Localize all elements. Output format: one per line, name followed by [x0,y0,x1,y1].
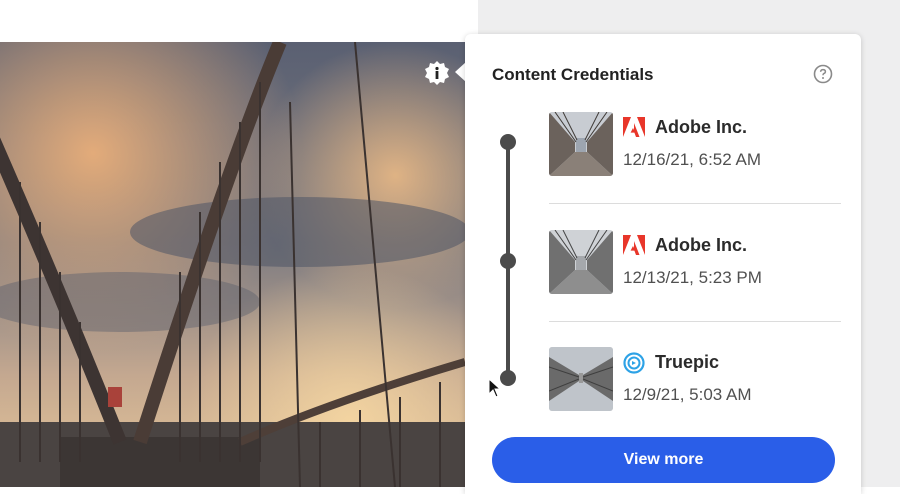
panel-title: Content Credentials [492,65,654,84]
entry-thumbnail [549,112,613,176]
entry-date: 12/16/21, 6:52 AM [623,150,761,169]
divider [549,321,841,322]
entry-date: 12/13/21, 5:23 PM [623,268,762,287]
timeline-dot [500,370,516,386]
content-credentials-badge-icon[interactable] [424,60,450,86]
entry-thumbnail [549,347,613,411]
credential-entry[interactable]: Adobe Inc. 12/16/21, 6:52 AM [549,112,849,182]
adobe-logo-icon [623,235,645,257]
content-credentials-panel: Content Credentials Adobe Inc. 12/16/21,… [465,34,861,494]
issuer-name: Truepic [655,352,720,372]
issuer-name: Adobe Inc. [655,117,748,137]
bridge-photo[interactable] [0,42,465,487]
credential-entry[interactable]: Adobe Inc. 12/13/21, 5:23 PM [549,230,849,300]
timeline-dot [500,134,516,150]
adobe-logo-icon [623,117,645,139]
entry-date: 12/9/21, 5:03 AM [623,385,752,404]
truepic-logo-icon [623,352,645,374]
view-more-button[interactable]: View more [492,437,835,483]
issuer-name: Adobe Inc. [655,235,748,255]
credential-entry[interactable]: Truepic 12/9/21, 5:03 AM [549,347,849,417]
timeline-dot [500,253,516,269]
divider [549,203,841,204]
entry-thumbnail [549,230,613,294]
mouse-cursor-icon [488,377,502,398]
help-circle-icon[interactable] [813,64,833,84]
